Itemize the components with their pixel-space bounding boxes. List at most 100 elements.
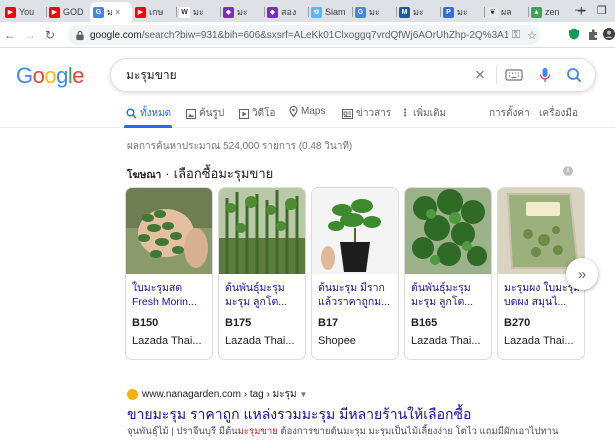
shopping-header: โฆษณา · เลือกซื้อมะรุมขาย xyxy=(127,163,273,184)
result-title-link[interactable]: ขายมะรุม ราคาถูก แหล่งรวมมะรุม มีหลายร้า… xyxy=(127,404,471,426)
product-store: Lazada Thai... xyxy=(504,335,574,347)
browser-tab[interactable]: M มะ xyxy=(396,2,440,22)
tab-title: You xyxy=(19,7,35,17)
tab-videos[interactable]: วิดีโอ xyxy=(239,106,276,121)
tab-title: zen xyxy=(545,7,560,17)
tab-favicon-icon: ▶ xyxy=(135,6,146,18)
tab-title: มะ xyxy=(369,7,380,17)
tab-title: มะ xyxy=(413,7,424,17)
search-icon[interactable] xyxy=(563,67,587,83)
product-title[interactable]: ต้นมะรุม มีราก แล้วราคาถูกม... xyxy=(318,281,398,309)
keyboard-icon[interactable] xyxy=(505,68,527,82)
product-carousel: ใบมะรุมสด Fresh Morin... B150 Lazada Thai… xyxy=(125,187,615,360)
tab-more-label: เพิ่มเติม xyxy=(413,108,447,119)
close-tab-icon[interactable]: × xyxy=(115,7,120,17)
logo-letter: g xyxy=(56,63,68,88)
tab-title: GOD xyxy=(63,7,84,17)
browser-tab[interactable]: ▶ You xyxy=(2,2,46,22)
tab-favicon-icon: ◆ xyxy=(223,6,234,18)
browser-tab[interactable]: G ม × xyxy=(90,2,132,22)
browser-tab[interactable]: P มะ xyxy=(440,2,484,22)
tab-title: ผล xyxy=(501,7,512,17)
microphone-icon[interactable] xyxy=(534,67,556,83)
carousel-next-button[interactable]: » xyxy=(566,258,598,290)
product-title[interactable]: ต้นพันธุ์มะรุม มะรุม ลูกโต... xyxy=(411,281,491,309)
video-icon xyxy=(239,108,249,119)
tools-link[interactable]: เครื่องมือ xyxy=(539,106,578,121)
product-store: Lazada Thai... xyxy=(132,335,202,347)
search-icon xyxy=(126,108,137,119)
clear-icon[interactable]: × xyxy=(468,65,492,85)
tab-news[interactable]: ข่าวสาร xyxy=(342,106,391,121)
browser-tab[interactable]: W มะ xyxy=(176,2,220,22)
tab-favicon-icon: ✿ xyxy=(311,6,322,18)
browser-tab[interactable]: ▶ GOD xyxy=(46,2,90,22)
map-pin-icon xyxy=(289,106,298,117)
product-price: B17 xyxy=(318,317,339,329)
url-text: google.com/search?biw=931&bih=606&sxsrf=… xyxy=(90,29,508,41)
result-stats: ผลการค้นหาประมาณ 524,000 รายการ (0.48 วิ… xyxy=(127,141,353,152)
search-box[interactable]: มะรุมขาย × xyxy=(110,58,596,92)
tab-videos-label: วิดีโอ xyxy=(252,108,276,119)
tab-maps[interactable]: Maps xyxy=(289,106,325,117)
product-card[interactable]: ต้นมะรุม มีราก แล้วราคาถูกม... B17 Shopee xyxy=(311,187,399,360)
tab-title: เกษ xyxy=(149,7,164,17)
info-icon[interactable]: i xyxy=(563,166,573,176)
logo-letter: o xyxy=(44,63,57,88)
settings-link[interactable]: การตั้งค่า xyxy=(489,106,530,121)
search-input[interactable]: มะรุมขาย xyxy=(126,66,468,85)
shield-extension-icon[interactable] xyxy=(568,28,580,40)
tab-favicon-icon: ▶ xyxy=(5,6,16,18)
product-image xyxy=(312,188,398,274)
profile-avatar-icon[interactable] xyxy=(603,28,615,40)
minimize-icon[interactable]: — xyxy=(575,4,586,16)
product-title[interactable]: ต้นพันธุ์มะรุม มะรุม ลูกโต... xyxy=(225,281,305,309)
puzzle-extensions-icon[interactable] xyxy=(588,28,600,40)
tab-favicon-icon: M xyxy=(399,6,410,18)
product-card[interactable]: ต้นพันธุ์มะรุม มะรุม ลูกโต... B175 Lazada… xyxy=(218,187,306,360)
divider xyxy=(496,66,497,84)
tab-more[interactable]: ⋮ เพิ่มเติม xyxy=(400,106,446,121)
logo-letter: G xyxy=(16,63,33,88)
tab-images-label: ค้นรูป xyxy=(199,108,225,119)
tab-all[interactable]: ทั้งหมด xyxy=(126,106,171,121)
shopping-title: เลือกซื้อมะรุมขาย xyxy=(173,166,274,181)
product-image xyxy=(126,188,212,274)
image-icon xyxy=(186,108,196,119)
forward-icon[interactable]: → xyxy=(20,28,40,42)
tab-favicon-icon: ◆ xyxy=(267,6,278,18)
product-price: B270 xyxy=(504,317,531,329)
reload-icon[interactable]: ↻ xyxy=(40,28,60,42)
tab-favicon-icon: G xyxy=(93,6,104,18)
result-cite[interactable]: www.nanagarden.com › tag › มะรุม ▼ xyxy=(127,387,307,402)
bookmark-star-icon[interactable]: ☆ xyxy=(524,29,540,42)
key-icon[interactable]: ⚿ xyxy=(508,29,524,42)
back-icon[interactable]: ← xyxy=(0,28,20,42)
browser-tab[interactable]: ▶ เกษ xyxy=(132,2,176,22)
tab-favicon-icon: P xyxy=(443,6,454,18)
browser-tab[interactable]: ❦ ผล xyxy=(484,2,528,22)
google-logo[interactable]: Google xyxy=(16,63,85,89)
logo-letter: o xyxy=(32,63,45,88)
restore-icon[interactable]: ❐ xyxy=(597,4,607,17)
tools-label: เครื่องมือ xyxy=(539,108,578,119)
result-snippet: จุนพันธุ์ไม้ | ปราจีนบุรี มีต้นมะรุมขาย … xyxy=(127,426,559,437)
tab-images[interactable]: ค้นรูป xyxy=(186,106,224,121)
caret-down-icon[interactable]: ▼ xyxy=(300,390,308,399)
product-image xyxy=(219,188,305,274)
tab-strip: ▶ You ▶ GOD G ม × ▶ เกษ W มะ ◆ มะ ◆ สอง ✿ Siam G มะ M มะ P มะ ❦… xyxy=(0,0,615,22)
sponsored-label: โฆษณา xyxy=(127,170,162,181)
separator-dot: · xyxy=(165,166,170,181)
product-card[interactable]: ต้นพันธุ์มะรุม มะรุม ลูกโต... B165 Lazada… xyxy=(404,187,492,360)
browser-tab[interactable]: ✿ Siam xyxy=(308,2,352,22)
product-card[interactable]: ใบมะรุมสด Fresh Morin... B150 Lazada Thai… xyxy=(125,187,213,360)
browser-tab[interactable]: G มะ xyxy=(352,2,396,22)
site-favicon-icon xyxy=(127,389,138,400)
product-title[interactable]: ใบมะรุมสด Fresh Morin... xyxy=(132,281,212,309)
browser-tab[interactable]: ◆ มะ xyxy=(220,2,264,22)
address-bar[interactable]: google.com/search?biw=931&bih=606&sxsrf=… xyxy=(68,25,540,45)
browser-tab[interactable]: ◆ สอง xyxy=(264,2,308,22)
browser-tab[interactable]: ▲ zen xyxy=(528,2,572,22)
tab-maps-label: Maps xyxy=(301,106,326,117)
tab-title: ม xyxy=(107,7,113,17)
